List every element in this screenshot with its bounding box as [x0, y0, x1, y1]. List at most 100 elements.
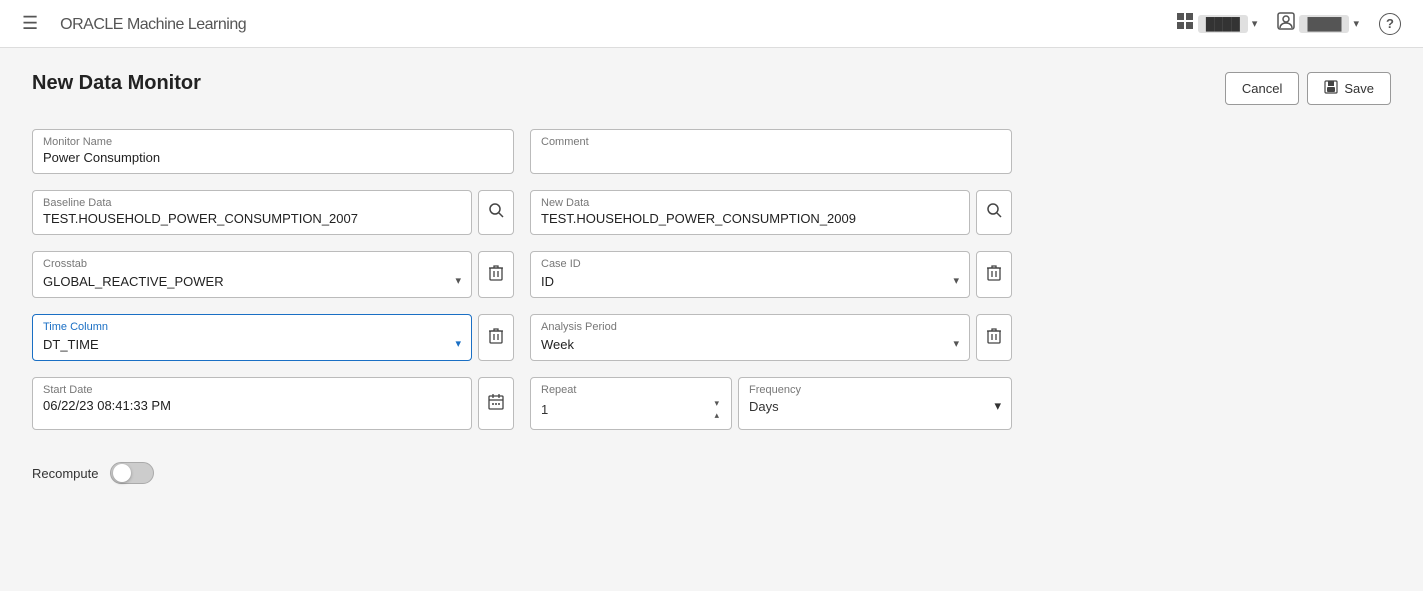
crosstab-delete-button[interactable] — [478, 251, 514, 298]
case-id-field[interactable]: Case ID ID ▾ — [530, 251, 970, 298]
title-actions: Cancel Save — [1225, 72, 1391, 105]
oracle-logo: ORACLEMachine Learning — [56, 13, 246, 34]
profile-icon — [1277, 12, 1295, 35]
hamburger-icon: ☰ — [22, 13, 38, 34]
delete-icon — [987, 265, 1001, 285]
comment-label: Comment — [541, 136, 1001, 148]
analysis-period-select[interactable]: Week ▾ — [541, 335, 959, 352]
monitor-name-field[interactable]: Monitor Name — [32, 129, 514, 174]
repeat-up-button[interactable]: ▴ — [712, 410, 721, 421]
monitor-name-label: Monitor Name — [43, 136, 503, 148]
main-content: New Data Monitor Cancel Save Monitor Nam… — [0, 48, 1423, 508]
crosstab-label: Crosstab — [43, 258, 461, 270]
crosstab-value: GLOBAL_REACTIVE_POWER — [43, 272, 455, 289]
comment-input[interactable] — [541, 150, 1001, 165]
start-date-input[interactable] — [43, 398, 461, 413]
cancel-button[interactable]: Cancel — [1225, 72, 1299, 105]
baseline-data-field[interactable]: Baseline Data — [32, 190, 472, 235]
time-column-label: Time Column — [43, 321, 461, 333]
app-switcher-button[interactable]: ████ ▾ — [1170, 8, 1264, 39]
oracle-bold-text: ORACLE — [60, 16, 123, 33]
crosstab-group: Crosstab GLOBAL_REACTIVE_POWER ▾ — [32, 251, 514, 298]
new-data-group: New Data — [530, 190, 1012, 235]
page-title-area: New Data Monitor Cancel Save — [32, 72, 1391, 105]
monitor-name-input[interactable] — [43, 150, 503, 165]
search-icon — [987, 203, 1002, 222]
app-header: ☰ ORACLEMachine Learning ████ ▾ — [0, 0, 1423, 48]
repeat-frequency-row: Repeat 1 ▾ ▴ Frequency Days ▾ — [530, 377, 1012, 430]
comment-field[interactable]: Comment — [530, 129, 1012, 174]
header-right: ████ ▾ ████ ▾ ? — [1170, 8, 1407, 39]
start-date-group: Start Date — [32, 377, 514, 430]
help-button[interactable]: ? — [1373, 9, 1407, 39]
menu-button[interactable]: ☰ — [16, 9, 44, 38]
start-date-label: Start Date — [43, 384, 461, 396]
new-data-input[interactable] — [541, 211, 959, 226]
calendar-icon — [488, 394, 504, 414]
case-id-select[interactable]: ID ▾ — [541, 272, 959, 289]
user-chevron-icon: ▾ — [1252, 17, 1258, 30]
page-title: New Data Monitor — [32, 72, 201, 95]
toggle-knob — [113, 464, 131, 482]
frequency-select[interactable]: Days ▾ — [749, 398, 1001, 414]
case-id-group: Case ID ID ▾ — [530, 251, 1012, 298]
delete-icon — [987, 328, 1001, 348]
delete-icon — [489, 265, 503, 285]
search-icon — [489, 203, 504, 222]
crosstab-select[interactable]: GLOBAL_REACTIVE_POWER ▾ — [43, 272, 461, 289]
user-name-badge: ████ — [1198, 15, 1248, 33]
analysis-period-label: Analysis Period — [541, 321, 959, 333]
repeat-field[interactable]: Repeat 1 ▾ ▴ — [530, 377, 732, 430]
calendar-button[interactable] — [478, 377, 514, 430]
repeat-value: 1 — [541, 402, 548, 417]
new-data-label: New Data — [541, 197, 959, 209]
frequency-chevron-icon: ▾ — [994, 398, 1001, 414]
analysis-period-value: Week — [541, 335, 953, 352]
recompute-row: Recompute — [32, 462, 514, 484]
analysis-period-delete-button[interactable] — [976, 314, 1012, 361]
frequency-value: Days — [749, 399, 779, 414]
repeat-label: Repeat — [541, 384, 721, 396]
profile-chevron-icon: ▾ — [1353, 17, 1359, 30]
repeat-down-button[interactable]: ▾ — [712, 398, 721, 409]
save-icon — [1324, 80, 1338, 97]
time-column-field[interactable]: Time Column DT_TIME ▾ — [32, 314, 472, 361]
time-column-delete-button[interactable] — [478, 314, 514, 361]
recompute-toggle[interactable] — [110, 462, 154, 484]
time-column-group: Time Column DT_TIME ▾ — [32, 314, 514, 361]
analysis-period-group: Analysis Period Week ▾ — [530, 314, 1012, 361]
form-grid: Monitor Name Comment Baseline Data — [32, 129, 1012, 484]
repeat-spinners: ▾ ▴ — [712, 398, 721, 421]
start-date-field[interactable]: Start Date — [32, 377, 472, 430]
recompute-label: Recompute — [32, 466, 98, 481]
oracle-light-text: Machine Learning — [127, 16, 246, 33]
time-column-select[interactable]: DT_TIME ▾ — [43, 335, 461, 352]
baseline-data-label: Baseline Data — [43, 197, 461, 209]
profile-name-badge: ████ — [1299, 15, 1349, 33]
save-button[interactable]: Save — [1307, 72, 1391, 105]
baseline-data-group: Baseline Data — [32, 190, 514, 235]
case-id-chevron-icon: ▾ — [953, 274, 959, 287]
baseline-data-input[interactable] — [43, 211, 461, 226]
crosstab-chevron-icon: ▾ — [455, 274, 461, 287]
repeat-inner: 1 ▾ ▴ — [541, 398, 721, 421]
grid-icon — [1176, 12, 1194, 35]
profile-button[interactable]: ████ ▾ — [1271, 8, 1365, 39]
delete-icon — [489, 328, 503, 348]
new-data-search-button[interactable] — [976, 190, 1012, 235]
save-label: Save — [1344, 81, 1374, 96]
analysis-period-field[interactable]: Analysis Period Week ▾ — [530, 314, 970, 361]
case-id-label: Case ID — [541, 258, 959, 270]
time-column-value: DT_TIME — [43, 335, 455, 352]
new-data-field[interactable]: New Data — [530, 190, 970, 235]
case-id-value: ID — [541, 272, 953, 289]
analysis-period-chevron-icon: ▾ — [953, 337, 959, 350]
frequency-field[interactable]: Frequency Days ▾ — [738, 377, 1012, 430]
frequency-label: Frequency — [749, 384, 1001, 396]
time-column-chevron-icon: ▾ — [455, 337, 461, 350]
header-left: ☰ ORACLEMachine Learning — [16, 9, 246, 38]
oracle-brand: ORACLEMachine Learning — [56, 13, 246, 33]
crosstab-field[interactable]: Crosstab GLOBAL_REACTIVE_POWER ▾ — [32, 251, 472, 298]
case-id-delete-button[interactable] — [976, 251, 1012, 298]
baseline-search-button[interactable] — [478, 190, 514, 235]
